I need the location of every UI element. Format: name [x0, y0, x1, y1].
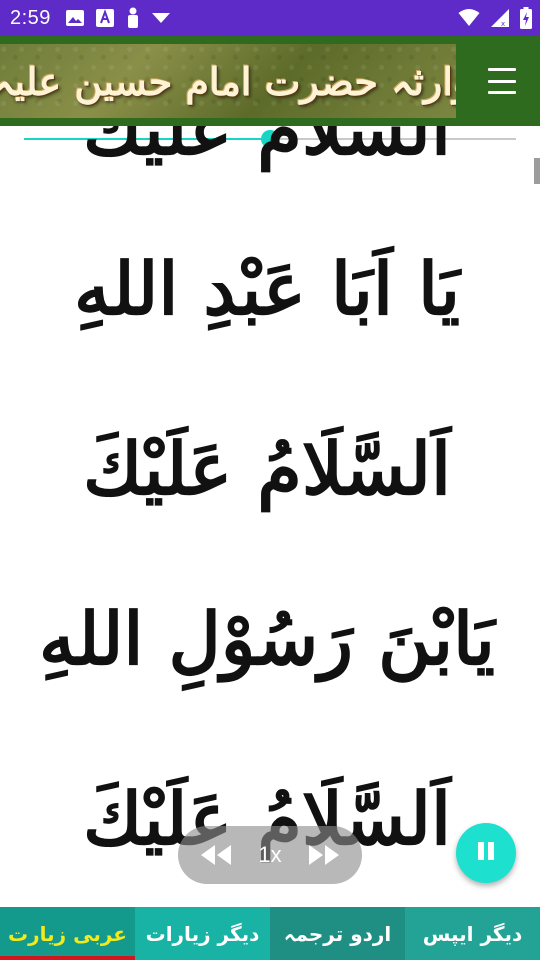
dropdown-arrow-icon [151, 11, 171, 25]
svg-text:x: x [501, 20, 505, 28]
wifi-icon [458, 9, 480, 27]
bottom-nav: عربی زیارت دیگر زیارات اردو ترجمہ دیگر ا… [0, 907, 540, 960]
tab-arabic-ziyarat[interactable]: عربی زیارت [0, 907, 135, 960]
verse-line: اَلسَّلَامُ عَلَيْكَ [83, 126, 451, 171]
image-icon [65, 8, 85, 28]
pause-button[interactable] [456, 823, 516, 883]
pause-icon [475, 840, 497, 866]
font-a-icon [95, 8, 115, 28]
banner-title: زیارت وارثہ حضرت امام حسین علیہ السلام [0, 58, 456, 104]
verse-line: اَلسَّلَامُ عَلَيْكَ [83, 426, 451, 511]
fast-forward-icon[interactable] [308, 844, 340, 866]
person-icon [125, 7, 141, 29]
verse-content[interactable]: اَلسَّلَامُ عَلَيْكَ يَا اَبَا عَبْدِ ال… [0, 126, 534, 907]
playback-speed-button[interactable]: 1x [258, 842, 281, 868]
verse-line: يَابْنَ رَسُوْلِ اللهِ [39, 596, 495, 681]
status-bar: 2:59 x [0, 0, 540, 36]
hamburger-menu-icon[interactable] [484, 66, 520, 96]
status-left-icons [65, 7, 171, 29]
tab-label: دیگر زیارات [145, 921, 260, 946]
signal-icon: x [490, 8, 510, 28]
tab-urdu-translation[interactable]: اردو ترجمہ [270, 907, 405, 960]
status-right-icons: x [458, 7, 532, 29]
tab-other-apps[interactable]: دیگر ایپس [405, 907, 540, 960]
audio-controls: 1x [178, 826, 362, 884]
active-tab-indicator [0, 956, 135, 960]
app-bar: زیارت وارثہ حضرت امام حسین علیہ السلام [0, 36, 540, 126]
tab-other-ziyarats[interactable]: دیگر زیارات [135, 907, 270, 960]
verse-line: يَا اَبَا عَبْدِ اللهِ [73, 246, 460, 331]
status-time: 2:59 [10, 6, 51, 29]
battery-icon [520, 7, 532, 29]
scrollbar[interactable] [534, 158, 540, 184]
tab-label: اردو ترجمہ [283, 921, 392, 946]
tab-label: عربی زیارت [8, 921, 127, 946]
rewind-icon[interactable] [200, 844, 232, 866]
app-banner: زیارت وارثہ حضرت امام حسین علیہ السلام [0, 44, 456, 118]
tab-label: دیگر ایپس [422, 921, 523, 946]
